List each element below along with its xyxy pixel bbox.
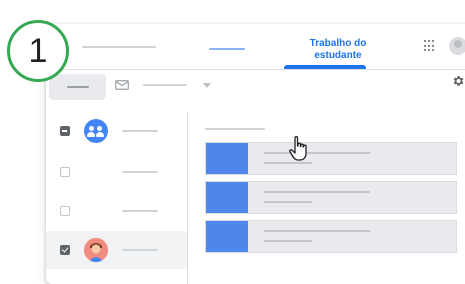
student-checkbox-checked[interactable] bbox=[60, 245, 70, 255]
student-checkbox[interactable] bbox=[60, 167, 70, 177]
student-row-all[interactable] bbox=[46, 112, 187, 150]
assignment-thumbnail bbox=[206, 143, 248, 174]
tab-student-work[interactable]: Trabalho do estudante bbox=[298, 38, 378, 62]
student-row[interactable] bbox=[46, 192, 187, 230]
hand-pointer-icon bbox=[289, 136, 307, 161]
button-label-placeholder bbox=[67, 86, 89, 88]
select-actions-button[interactable] bbox=[49, 74, 106, 100]
row-label-placeholder bbox=[122, 130, 158, 132]
assignment-subtitle-placeholder bbox=[264, 201, 312, 203]
student-list bbox=[46, 112, 188, 284]
mail-icon[interactable] bbox=[115, 80, 129, 90]
assignment-subtitle-placeholder bbox=[264, 240, 312, 242]
student-row-selected[interactable] bbox=[46, 231, 187, 269]
assignment-title-placeholder bbox=[264, 191, 370, 193]
assignment-card[interactable] bbox=[205, 220, 457, 253]
group-icon bbox=[84, 119, 108, 143]
app-title-placeholder bbox=[82, 46, 156, 48]
row-label-placeholder bbox=[122, 171, 158, 173]
row-label-placeholder bbox=[122, 210, 158, 212]
step-number-badge: 1 bbox=[7, 20, 69, 82]
select-all-checkbox[interactable] bbox=[60, 126, 70, 136]
student-row[interactable] bbox=[46, 153, 187, 191]
apps-grid-icon[interactable] bbox=[424, 40, 436, 52]
assignment-thumbnail bbox=[206, 221, 248, 252]
gear-icon[interactable] bbox=[451, 74, 465, 88]
assignment-title-placeholder bbox=[264, 230, 370, 232]
assignment-title-placeholder bbox=[264, 152, 370, 154]
toolbar-placeholder bbox=[143, 84, 187, 86]
account-avatar-icon[interactable] bbox=[449, 37, 465, 55]
assignment-card[interactable] bbox=[205, 142, 457, 175]
header-divider bbox=[46, 69, 465, 70]
student-avatar-icon bbox=[84, 238, 108, 262]
row-label-placeholder bbox=[122, 249, 158, 251]
tab-placeholder[interactable] bbox=[209, 48, 245, 50]
assignment-thumbnail bbox=[206, 182, 248, 213]
assignment-card[interactable] bbox=[205, 181, 457, 214]
classroom-window: Trabalho do estudante bbox=[46, 24, 465, 284]
chevron-down-icon[interactable] bbox=[203, 83, 211, 88]
section-heading-placeholder bbox=[205, 128, 265, 130]
student-checkbox[interactable] bbox=[60, 206, 70, 216]
